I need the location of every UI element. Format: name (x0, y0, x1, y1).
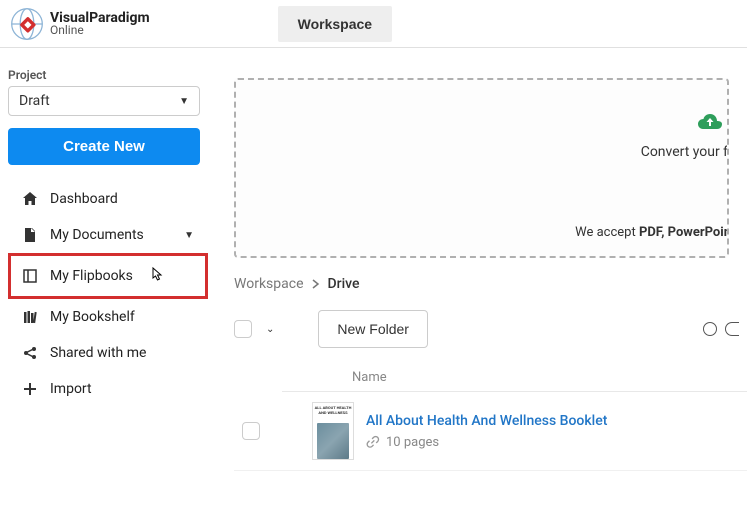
view-toggle-2[interactable] (725, 322, 739, 336)
share-icon (22, 345, 38, 361)
link-icon (366, 435, 380, 449)
sidebar-item-dashboard[interactable]: Dashboard (8, 181, 208, 217)
sidebar-item-label: Dashboard (50, 191, 194, 207)
sidebar: Project Draft ▼ Create New Dashboard My … (8, 68, 208, 407)
thumb-image (317, 423, 349, 459)
app-header: VisualParadigm Online Workspace (0, 0, 747, 48)
project-select[interactable]: Draft ▼ (8, 86, 200, 116)
toolbar: ⌄ New Folder (234, 310, 747, 348)
sidebar-item-my-flipbooks[interactable]: My Flipbooks (8, 253, 208, 299)
sidebar-item-label: My Bookshelf (50, 309, 194, 325)
logo-text: VisualParadigm Online (50, 11, 150, 36)
file-thumbnail[interactable]: ALL ABOUT HEALTH AND WELLNESS (312, 402, 354, 460)
logo-icon (10, 7, 44, 41)
file-name-link[interactable]: All About Health And Wellness Booklet (366, 413, 607, 429)
file-meta: 10 pages (366, 435, 607, 450)
sidebar-item-import[interactable]: Import (8, 371, 208, 407)
caret-down-icon: ▼ (184, 230, 194, 241)
select-menu-caret[interactable]: ⌄ (262, 320, 278, 339)
breadcrumb-current: Drive (328, 276, 360, 292)
view-toggle-1[interactable] (703, 322, 717, 336)
chevron-right-icon (312, 279, 320, 289)
sidebar-item-shared[interactable]: Shared with me (8, 335, 208, 371)
sidebar-item-label: My Flipbooks (50, 268, 194, 284)
logo[interactable]: VisualParadigm Online (10, 7, 150, 41)
new-folder-button[interactable]: New Folder (318, 310, 428, 348)
select-all-checkbox[interactable] (234, 320, 252, 338)
file-row[interactable]: ALL ABOUT HEALTH AND WELLNESS All About … (234, 392, 747, 471)
dropzone-convert-text: Convert your fi (641, 144, 729, 160)
upload-dropzone[interactable]: Convert your fi We accept PDF, PowerPoin (234, 78, 729, 258)
file-pages: 10 pages (386, 435, 439, 450)
breadcrumb-root[interactable]: Workspace (234, 276, 304, 292)
sidebar-item-label: My Documents (50, 227, 172, 243)
project-value: Draft (19, 93, 50, 109)
list-header: Name (282, 370, 747, 392)
dropzone-accept-text: We accept PDF, PowerPoin (575, 225, 729, 240)
sidebar-item-label: Import (50, 381, 194, 397)
sidebar-item-my-documents[interactable]: My Documents ▼ (8, 217, 208, 253)
view-toggles (703, 322, 739, 336)
project-label: Project (8, 68, 208, 82)
workspace-button[interactable]: Workspace (278, 6, 392, 42)
main-content: Convert your fi We accept PDF, PowerPoin… (230, 78, 747, 516)
bookshelf-icon (22, 309, 38, 325)
sidebar-item-my-bookshelf[interactable]: My Bookshelf (8, 299, 208, 335)
file-info: All About Health And Wellness Booklet 10… (366, 413, 607, 450)
upload-cloud-icon (697, 112, 723, 132)
breadcrumb: Workspace Drive (234, 276, 747, 292)
create-new-button[interactable]: Create New (8, 128, 200, 165)
caret-down-icon: ▼ (179, 96, 189, 107)
flipbook-icon (22, 268, 38, 284)
logo-sub-text: Online (50, 24, 150, 36)
home-icon (22, 191, 38, 207)
plus-icon (22, 381, 38, 397)
sidebar-item-label: Shared with me (50, 345, 194, 361)
document-icon (22, 227, 38, 243)
column-name[interactable]: Name (352, 370, 387, 385)
file-checkbox[interactable] (242, 422, 260, 440)
